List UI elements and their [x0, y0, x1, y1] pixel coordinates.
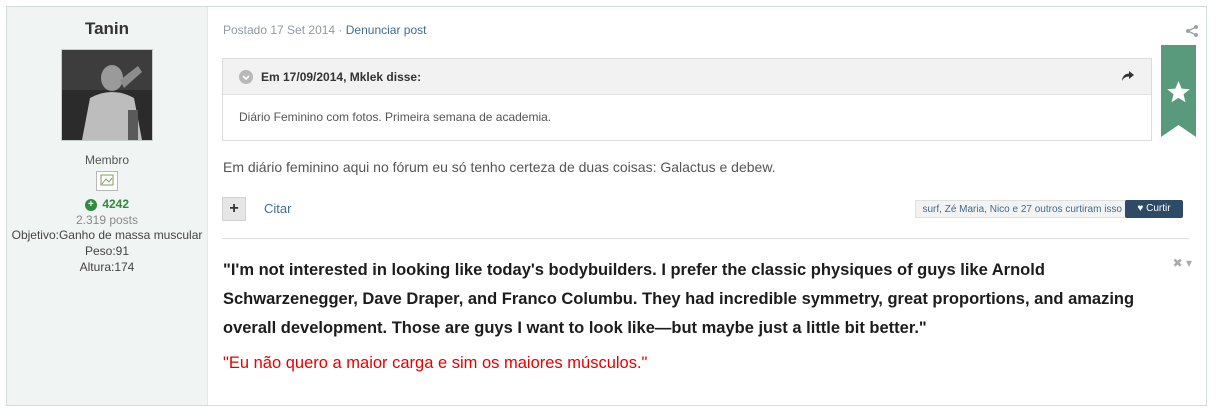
likes-summary[interactable]: surf, Zé Maria, Nico e 27 outros curtira… [915, 200, 1129, 218]
forum-post: Tanin Membro + 4242 2.319 posts Objetivo… [6, 6, 1207, 406]
collapse-toggle-icon[interactable] [239, 70, 253, 84]
rank-image-icon [96, 171, 118, 191]
report-post-link[interactable]: Denunciar post [346, 23, 427, 37]
signature-english-quote: "I'm not interested in looking like toda… [223, 261, 1135, 337]
profile-field-altura: Altura:174 [79, 260, 135, 274]
plus-circle-icon: + [84, 198, 97, 211]
like-button[interactable]: ♥ Curtir [1125, 200, 1183, 218]
quote-block: Em 17/09/2014, Mklek disse: Diário Femin… [222, 58, 1152, 141]
post-body: Em diário feminino aqui no fórum eu só t… [223, 159, 776, 175]
quote-header: Em 17/09/2014, Mklek disse: [223, 59, 1151, 95]
profile-field-peso: Peso:91 [84, 244, 130, 258]
post-content: Postado 17 Set 2014 · Denunciar post Em … [208, 7, 1206, 405]
heart-icon: ♥ [1137, 203, 1144, 214]
author-panel: Tanin Membro + 4242 2.319 posts Objetivo… [7, 7, 208, 405]
signature-divider [222, 238, 1189, 239]
reputation-badge[interactable]: + 4242 [7, 197, 207, 211]
post-count: 2.319 posts [75, 213, 139, 227]
post-meta: Postado 17 Set 2014 · Denunciar post [223, 23, 426, 37]
author-name[interactable]: Tanin [7, 19, 207, 39]
share-icon[interactable] [1185, 24, 1199, 38]
profile-field-objetivo: Objetivo:Ganho de massa muscular [11, 228, 203, 242]
avatar-photo [62, 50, 152, 140]
post-date[interactable]: Postado 17 Set 2014 [223, 23, 335, 37]
like-button-label: Curtir [1146, 203, 1171, 214]
quote-button[interactable]: Citar [264, 201, 291, 216]
reputation-count: 4242 [102, 197, 130, 211]
signature-portuguese-quote: "Eu não quero a maior carga e sim os mai… [223, 354, 648, 372]
meta-separator: · [335, 23, 346, 37]
avatar[interactable] [61, 49, 153, 141]
quote-text: Diário Feminino com fotos. Primeira sema… [239, 110, 552, 124]
member-rank: Membro [84, 153, 129, 167]
quote-citation: Em 17/09/2014, Mklek disse: [261, 70, 422, 84]
post-actions: + Citar surf, Zé Maria, Nico e 27 outros… [222, 197, 1189, 221]
signature-options-icon[interactable]: ✖ ▾ [1173, 256, 1192, 270]
go-to-quote-arrow-icon[interactable] [1120, 69, 1136, 83]
best-answer-ribbon-icon [1161, 45, 1196, 137]
multiquote-add-button[interactable]: + [222, 197, 246, 221]
